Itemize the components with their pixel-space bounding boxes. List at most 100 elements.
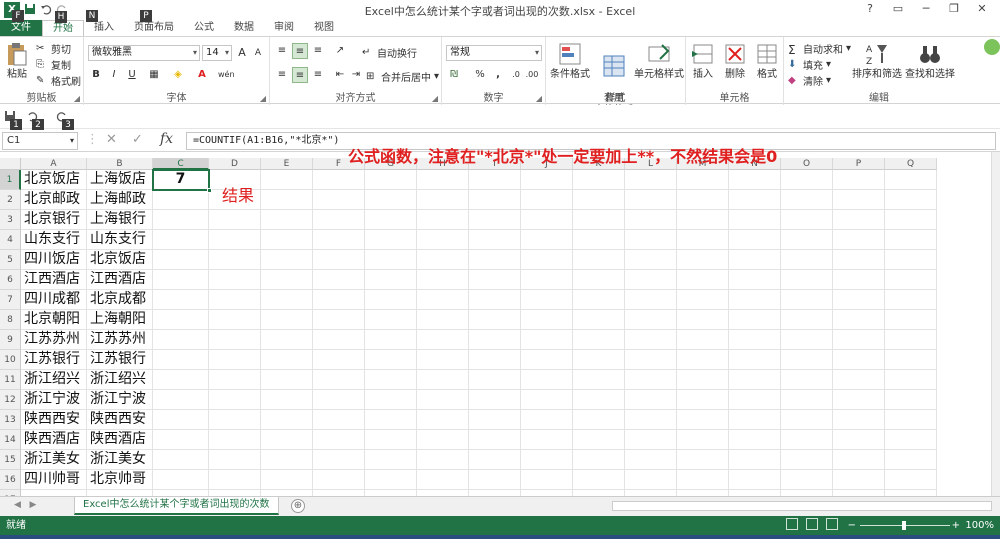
insert-cells-button[interactable]: 插入	[688, 41, 718, 81]
grow-font-button[interactable]: A	[234, 45, 250, 61]
cell[interactable]	[833, 450, 885, 470]
cell[interactable]: 江西酒店	[87, 270, 153, 290]
dialog-launcher-icon[interactable]: ◢	[536, 94, 542, 103]
close-button[interactable]: ✕	[968, 0, 996, 18]
cell[interactable]	[521, 170, 573, 190]
autosum-button[interactable]: Σ 自动求和 ▾	[788, 41, 851, 57]
cell[interactable]	[833, 410, 885, 430]
cell[interactable]	[833, 430, 885, 450]
orientation-icon[interactable]: ↗	[332, 43, 348, 59]
cell[interactable]	[365, 310, 417, 330]
cell[interactable]	[469, 230, 521, 250]
cell[interactable]	[833, 250, 885, 270]
cell[interactable]: 陕西西安	[21, 410, 87, 430]
cell[interactable]	[729, 370, 781, 390]
cell[interactable]: 北京饭店	[21, 170, 87, 190]
row-header[interactable]: 10	[0, 350, 21, 370]
cell[interactable]	[417, 190, 469, 210]
cell[interactable]	[153, 290, 209, 310]
cell[interactable]	[469, 450, 521, 470]
cell[interactable]	[313, 230, 365, 250]
cell[interactable]	[573, 290, 625, 310]
cell[interactable]	[209, 290, 261, 310]
sheet-nav-icon[interactable]: ◀ ▶	[14, 500, 36, 510]
bold-button[interactable]: B	[88, 67, 104, 83]
cell[interactable]	[209, 310, 261, 330]
cell[interactable]	[261, 270, 313, 290]
cell[interactable]: 浙江美女	[21, 450, 87, 470]
cell[interactable]	[677, 290, 729, 310]
cell[interactable]	[573, 230, 625, 250]
format-cells-button[interactable]: 格式	[752, 41, 782, 81]
cell[interactable]	[781, 470, 833, 490]
cell[interactable]	[417, 450, 469, 470]
cell[interactable]	[313, 450, 365, 470]
cell[interactable]	[885, 190, 937, 210]
cell[interactable]	[573, 430, 625, 450]
cell[interactable]: 江苏苏州	[87, 330, 153, 350]
cell[interactable]	[417, 330, 469, 350]
cell[interactable]	[261, 190, 313, 210]
cell[interactable]: 北京成都	[87, 290, 153, 310]
sort-filter-button[interactable]: AZ 排序和筛选	[852, 41, 902, 81]
cell[interactable]	[625, 190, 677, 210]
cell[interactable]	[469, 410, 521, 430]
cell[interactable]	[313, 430, 365, 450]
cell[interactable]	[781, 250, 833, 270]
cell[interactable]	[729, 430, 781, 450]
cell[interactable]	[833, 290, 885, 310]
normal-view-icon[interactable]	[786, 518, 798, 530]
cell[interactable]: 浙江美女	[87, 450, 153, 470]
cell[interactable]	[677, 430, 729, 450]
sheet-tab[interactable]: Excel中怎么统计某个字或者词出现的次数	[74, 497, 279, 515]
cell[interactable]	[153, 230, 209, 250]
cell[interactable]: 7	[153, 170, 209, 190]
cell[interactable]	[885, 310, 937, 330]
cell[interactable]	[261, 350, 313, 370]
cell[interactable]	[729, 350, 781, 370]
cell[interactable]	[209, 210, 261, 230]
cell[interactable]	[521, 450, 573, 470]
add-sheet-button[interactable]: ⊕	[291, 499, 305, 513]
cell[interactable]	[625, 250, 677, 270]
align-left-icon[interactable]: ≡	[274, 67, 290, 83]
cell[interactable]	[833, 330, 885, 350]
cell[interactable]	[153, 430, 209, 450]
cell[interactable]	[885, 290, 937, 310]
borders-icon[interactable]: ▦	[146, 67, 162, 83]
cell-styles-button[interactable]: 单元格样式	[634, 41, 684, 81]
cell[interactable]	[469, 350, 521, 370]
row-header[interactable]: 11	[0, 370, 21, 390]
column-header[interactable]: Q	[885, 158, 937, 170]
cell[interactable]	[625, 450, 677, 470]
row-header[interactable]: 15	[0, 450, 21, 470]
cell[interactable]	[153, 250, 209, 270]
column-header[interactable]: D	[209, 158, 261, 170]
cell[interactable]	[573, 370, 625, 390]
cell[interactable]: 浙江绍兴	[21, 370, 87, 390]
underline-button[interactable]: U	[124, 67, 140, 83]
row-header[interactable]: 2	[0, 190, 21, 210]
align-middle-icon[interactable]: ≡	[292, 43, 308, 59]
cell[interactable]	[573, 470, 625, 490]
cell[interactable]: 江苏银行	[21, 350, 87, 370]
cell[interactable]	[469, 330, 521, 350]
cell[interactable]: 浙江宁波	[21, 390, 87, 410]
cell[interactable]	[573, 410, 625, 430]
cell[interactable]	[885, 230, 937, 250]
cell[interactable]	[625, 370, 677, 390]
cell[interactable]	[417, 470, 469, 490]
cell[interactable]	[781, 370, 833, 390]
decrease-indent-icon[interactable]: ⇤	[332, 67, 348, 83]
cell[interactable]	[625, 170, 677, 190]
dialog-launcher-icon[interactable]: ◢	[74, 94, 80, 103]
row-header[interactable]: 12	[0, 390, 21, 410]
fill-color-icon[interactable]: ◈	[170, 67, 186, 83]
cell[interactable]	[365, 450, 417, 470]
cell[interactable]	[625, 470, 677, 490]
align-center-icon[interactable]: ≡	[292, 67, 308, 83]
cell[interactable]	[677, 230, 729, 250]
cell[interactable]	[313, 270, 365, 290]
cell[interactable]: 四川帅哥	[21, 470, 87, 490]
cell[interactable]	[469, 210, 521, 230]
